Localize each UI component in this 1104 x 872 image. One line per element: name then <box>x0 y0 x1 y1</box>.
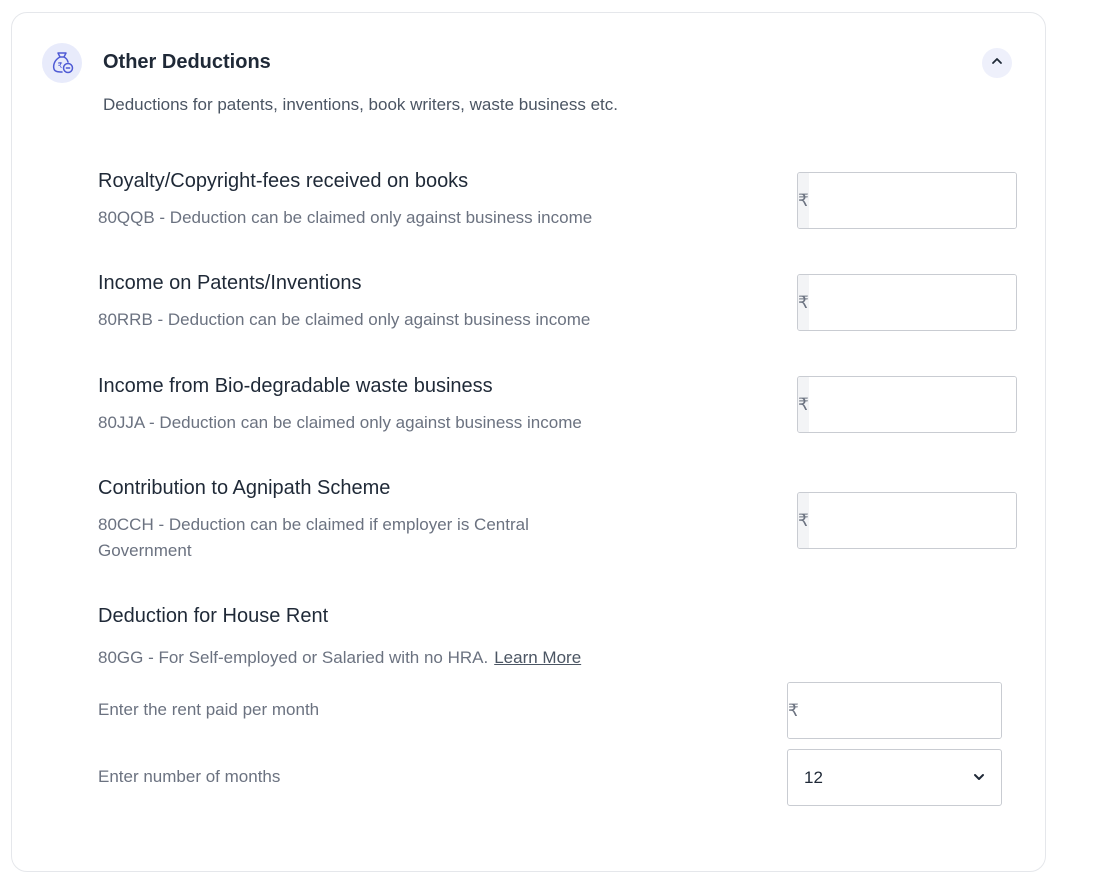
collapse-button[interactable] <box>982 48 1012 78</box>
agnipath-title: Contribution to Agnipath Scheme <box>98 477 391 499</box>
house-rent-desc: 80GG - For Self-employed or Salaried wit… <box>98 648 489 667</box>
royalty-amount-field[interactable]: ₹ <box>797 172 1017 229</box>
waste-business-amount-input[interactable] <box>808 377 1016 432</box>
months-value: 12 <box>804 767 823 787</box>
section-title: Other Deductions <box>103 51 271 73</box>
section-subtitle: Deductions for patents, inventions, book… <box>103 95 618 114</box>
royalty-desc: 80QQB - Deduction can be claimed only ag… <box>98 208 593 227</box>
learn-more-link[interactable]: Learn More <box>494 648 581 667</box>
months-select[interactable]: 12 <box>787 749 1002 806</box>
waste-business-title: Income from Bio-degradable waste busines… <box>98 375 493 397</box>
patents-amount-input[interactable] <box>808 275 1016 330</box>
house-rent-title: Deduction for House Rent <box>98 605 329 627</box>
waste-business-desc: 80JJA - Deduction can be claimed only ag… <box>98 413 582 432</box>
patents-amount-field[interactable]: ₹ <box>797 274 1017 331</box>
waste-business-amount-field[interactable]: ₹ <box>797 376 1017 433</box>
months-label: Enter number of months <box>98 767 281 786</box>
agnipath-desc-line1: 80CCH - Deduction can be claimed if empl… <box>98 515 529 534</box>
agnipath-desc-line2: Government <box>98 541 192 560</box>
rupee-icon: ₹ <box>798 173 809 228</box>
chevron-down-icon <box>973 768 985 788</box>
chevron-up-icon <box>990 54 1004 73</box>
rent-label: Enter the rent paid per month <box>98 700 320 719</box>
agnipath-amount-input[interactable] <box>808 493 1016 548</box>
rent-amount-field[interactable]: ₹ <box>787 682 1002 739</box>
patents-title: Income on Patents/Inventions <box>98 272 362 294</box>
rupee-icon: ₹ <box>798 275 809 330</box>
royalty-title: Royalty/Copyright-fees received on books <box>98 170 469 192</box>
money-bag-icon: ₹ <box>42 43 82 83</box>
rupee-icon: ₹ <box>798 493 809 548</box>
rent-amount-input[interactable] <box>798 683 1001 738</box>
svg-text:₹: ₹ <box>58 61 63 70</box>
royalty-amount-input[interactable] <box>808 173 1016 228</box>
other-deductions-card <box>11 12 1046 872</box>
agnipath-amount-field[interactable]: ₹ <box>797 492 1017 549</box>
patents-desc: 80RRB - Deduction can be claimed only ag… <box>98 310 591 329</box>
rupee-icon: ₹ <box>788 683 799 738</box>
rupee-icon: ₹ <box>798 377 809 432</box>
house-rent-desc-row: 80GG - For Self-employed or Salaried wit… <box>98 645 581 671</box>
